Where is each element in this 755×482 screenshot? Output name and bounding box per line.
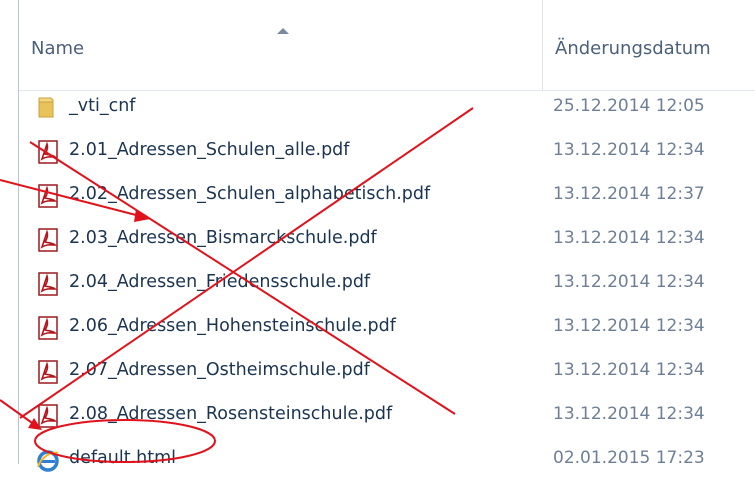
column-header-modified-label: Änderungsdatum xyxy=(555,38,711,59)
file-row[interactable]: 2.02_Adressen_Schulen_alphabetisch.pdf 1… xyxy=(19,174,755,218)
sort-ascending-icon xyxy=(277,28,289,34)
pdf-icon xyxy=(38,360,58,384)
pdf-icon xyxy=(38,228,58,252)
file-name: default.html xyxy=(69,448,176,468)
file-name: 2.06_Adressen_Hohensteinschule.pdf xyxy=(69,316,396,336)
file-row[interactable]: default.html 02.01.2015 17:23 xyxy=(19,438,755,482)
file-row[interactable]: 2.06_Adressen_Hohensteinschule.pdf 13.12… xyxy=(19,306,755,350)
file-row[interactable]: _vti_cnf 25.12.2014 12:05 xyxy=(19,86,755,130)
pdf-icon xyxy=(38,184,58,208)
file-row[interactable]: 2.07_Adressen_Ostheimschule.pdf 13.12.20… xyxy=(19,350,755,394)
file-explorer-list: Name Änderungsdatum _vti_cnf 25.12.2014 … xyxy=(18,0,755,472)
pdf-icon xyxy=(38,404,58,428)
file-name: 2.04_Adressen_Friedensschule.pdf xyxy=(69,272,371,292)
file-row[interactable]: 2.01_Adressen_Schulen_alle.pdf 13.12.201… xyxy=(19,130,755,174)
file-modified: 02.01.2015 17:23 xyxy=(553,448,705,468)
file-modified: 25.12.2014 12:05 xyxy=(553,96,705,116)
file-name: 2.08_Adressen_Rosensteinschule.pdf xyxy=(69,404,393,424)
file-name: 2.02_Adressen_Schulen_alphabetisch.pdf xyxy=(69,184,431,204)
column-header-name[interactable]: Name xyxy=(19,0,542,90)
column-header-bar: Name Änderungsdatum xyxy=(19,0,755,91)
file-modified: 13.12.2014 12:34 xyxy=(553,272,705,292)
file-name: _vti_cnf xyxy=(69,96,136,116)
file-name: 2.07_Adressen_Ostheimschule.pdf xyxy=(69,360,370,380)
file-modified: 13.12.2014 12:34 xyxy=(553,140,705,160)
file-name: 2.01_Adressen_Schulen_alle.pdf xyxy=(69,140,350,160)
ie-html-icon xyxy=(37,450,59,472)
file-name: 2.03_Adressen_Bismarckschule.pdf xyxy=(69,228,377,248)
pdf-icon xyxy=(38,316,58,340)
file-modified: 13.12.2014 12:34 xyxy=(553,316,705,336)
pdf-icon xyxy=(38,140,58,164)
folder-icon xyxy=(38,97,54,118)
file-row[interactable]: 2.08_Adressen_Rosensteinschule.pdf 13.12… xyxy=(19,394,755,438)
file-modified: 13.12.2014 12:34 xyxy=(553,228,705,248)
file-modified: 13.12.2014 12:37 xyxy=(553,184,705,204)
pdf-icon xyxy=(38,272,58,296)
column-header-name-label: Name xyxy=(31,38,85,59)
column-header-modified[interactable]: Änderungsdatum xyxy=(543,0,755,90)
file-row[interactable]: 2.03_Adressen_Bismarckschule.pdf 13.12.2… xyxy=(19,218,755,262)
file-modified: 13.12.2014 12:34 xyxy=(553,360,705,380)
file-row[interactable]: 2.04_Adressen_Friedensschule.pdf 13.12.2… xyxy=(19,262,755,306)
file-modified: 13.12.2014 12:34 xyxy=(553,404,705,424)
